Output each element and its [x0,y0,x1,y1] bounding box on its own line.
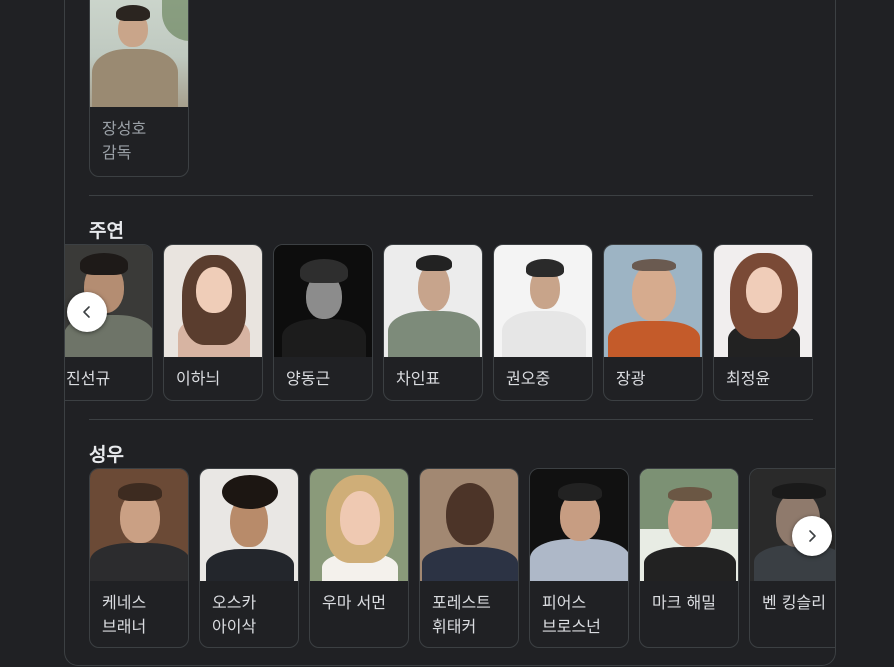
voice-card[interactable]: 포레스트 휘태커 [419,468,519,648]
voice-card[interactable]: 우마 서먼 [309,468,409,648]
cast-name: 진선규 [66,369,111,388]
voice-photo [200,469,298,581]
divider-1 [89,195,813,196]
voice-name: 우마 서먼 [322,593,386,612]
cast-photo [164,245,262,357]
voice-next-button[interactable] [792,516,832,556]
voice-section-title: 성우 [89,444,124,466]
cast-name: 양동근 [286,369,331,388]
cast-photo [714,245,812,357]
divider-2 [89,419,813,420]
voice-photo [530,469,628,581]
cast-card[interactable]: 이하늬 [163,244,263,401]
voice-name: 피어스 브로스넌 [542,593,601,636]
cast-name: 이하늬 [176,369,221,388]
cast-card[interactable]: 장광 [603,244,703,401]
voice-card[interactable]: 케네스 브래너 [89,468,189,648]
voice-name: 오스카 아이삭 [212,593,257,636]
cast-card[interactable]: 권오중 [493,244,593,401]
cast-name: 차인표 [396,369,441,388]
voice-photo [310,469,408,581]
cast-photo [384,245,482,357]
chevron-right-icon [809,530,816,542]
cast-panel: 장성호 감독 주연 진선규 이하늬 양동근 차인표 권오중 장광 최정윤 성우 … [64,0,836,666]
cast-card[interactable]: 차인표 [383,244,483,401]
voice-name: 마크 해밀 [652,593,716,612]
voice-card[interactable]: 오스카 아이삭 [199,468,299,648]
cast-name: 장광 [616,369,646,388]
voice-card[interactable]: 피어스 브로스넌 [529,468,629,648]
cast-photo [494,245,592,357]
cast-card[interactable]: 양동근 [273,244,373,401]
director-name: 장성호 [102,119,147,138]
cast-prev-button[interactable] [67,292,107,332]
director-role: 감독 [102,143,132,162]
cast-photo [604,245,702,357]
voice-card[interactable]: 벤 킹슬리 [749,468,835,648]
cast-name: 최정윤 [726,369,771,388]
voice-name: 포레스트 휘태커 [432,593,491,636]
cast-photo [274,245,372,357]
cast-name: 권오중 [506,369,551,388]
voice-photo [420,469,518,581]
chevron-left-icon [83,306,90,318]
voice-name: 벤 킹슬리 [762,593,826,612]
voice-name: 케네스 브래너 [102,593,147,636]
cast-section-title: 주연 [89,220,124,242]
director-card[interactable]: 장성호 감독 [89,0,189,177]
cast-card[interactable]: 최정윤 [713,244,813,401]
voice-card[interactable]: 마크 해밀 [639,468,739,648]
director-photo [90,0,188,107]
voice-photo [640,469,738,581]
voice-photo [90,469,188,581]
